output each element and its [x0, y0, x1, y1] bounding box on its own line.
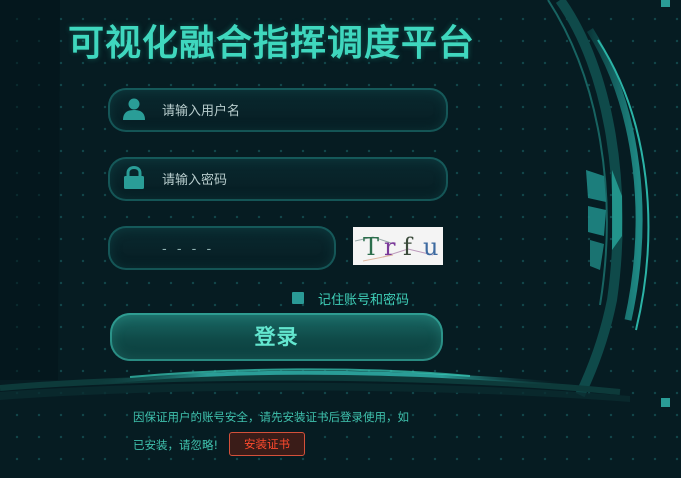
login-page: 可视化融合指挥调度平台 T r f u 记住账号和密码: [0, 0, 681, 478]
password-field[interactable]: [108, 157, 448, 201]
login-button[interactable]: 登录: [110, 313, 443, 361]
captcha-char: r: [384, 233, 396, 261]
remember-checkbox[interactable]: 记住账号和密码: [292, 289, 410, 308]
captcha-char: T: [363, 233, 380, 261]
captcha-input[interactable]: [160, 234, 324, 264]
captcha-image[interactable]: T r f u: [353, 227, 443, 265]
decorative-frame: [0, 0, 670, 402]
captcha-char: u: [423, 233, 439, 261]
checkbox-box[interactable]: [292, 292, 304, 304]
user-icon: [123, 98, 145, 120]
username-field[interactable]: [108, 88, 448, 132]
certificate-notice-line2: 已安装，请忽略!: [133, 438, 219, 452]
captcha-field[interactable]: [108, 226, 336, 270]
lock-icon: [124, 166, 144, 189]
install-certificate-button[interactable]: 安装证书: [229, 432, 305, 456]
remember-label: 记住账号和密码: [318, 292, 410, 308]
username-input[interactable]: [160, 96, 434, 126]
captcha-char: f: [403, 233, 412, 261]
corner-decoration: [661, 398, 670, 407]
password-input[interactable]: [160, 165, 434, 195]
page-title: 可视化融合指挥调度平台: [68, 23, 476, 64]
certificate-notice: 因保证用户的账号安全，请先安装证书后登录使用，如: [133, 410, 409, 424]
